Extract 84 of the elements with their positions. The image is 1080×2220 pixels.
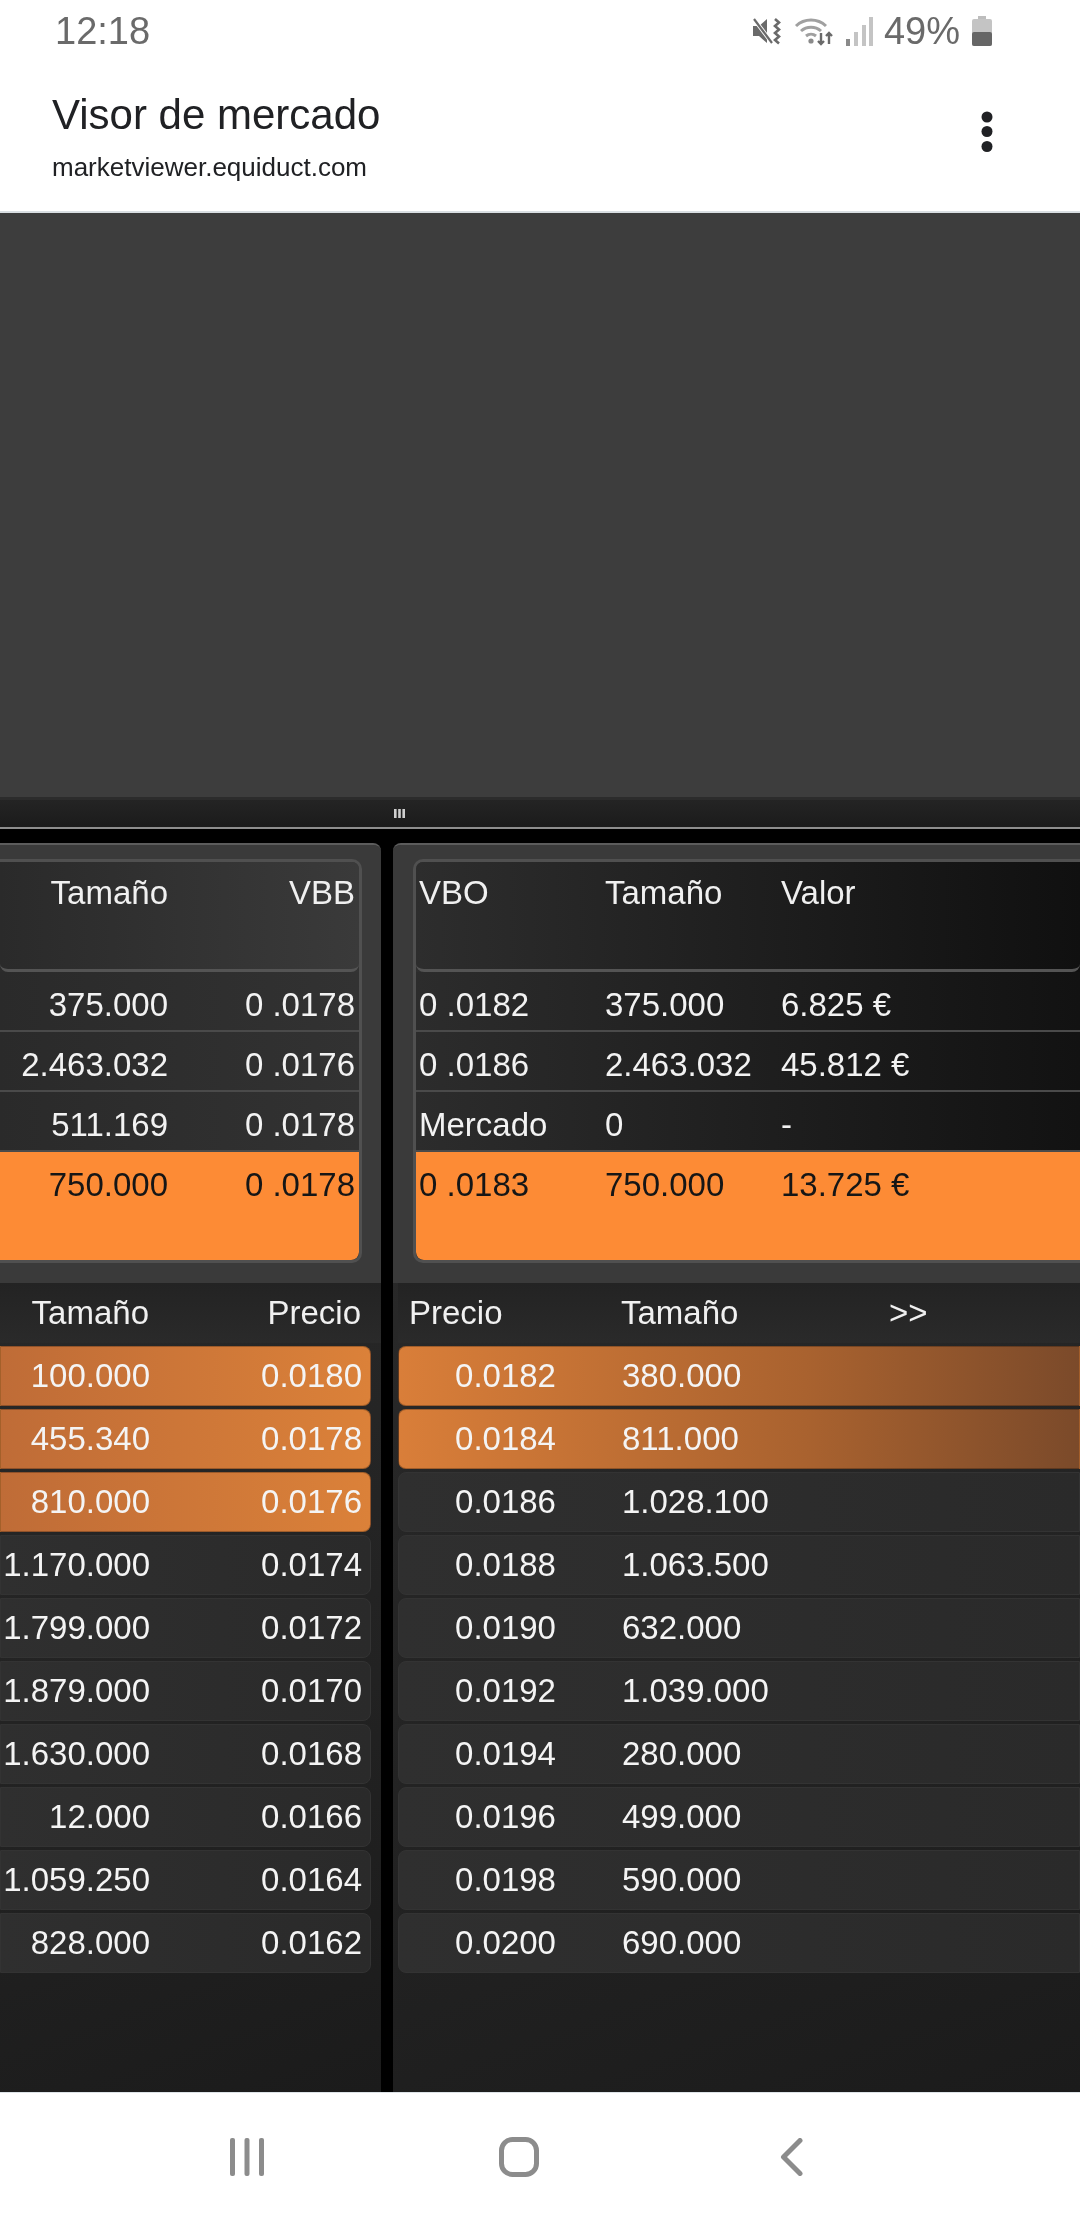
- page-title: Visor de mercado: [52, 90, 381, 140]
- table-cell-text: 0 .0183: [418, 1165, 531, 1205]
- table-cell-text: 375.000: [604, 985, 726, 1025]
- table-cell-text: 0.0178: [260, 1419, 363, 1459]
- table-cell-text: 100.000: [29, 1356, 151, 1396]
- table-cell-text: 1.630.000: [2, 1734, 151, 1774]
- home-icon[interactable]: [499, 2136, 539, 2177]
- recent-apps-icon[interactable]: [229, 2137, 265, 2176]
- table-cell-text: 6.825 €: [780, 985, 893, 1025]
- clock-time: 12:18: [55, 9, 151, 53]
- table-cell-text: 0 .0178: [243, 985, 356, 1025]
- table-cell-text: 1.039.000: [621, 1671, 770, 1711]
- table-cell-text: 375.000: [47, 985, 169, 1025]
- battery-icon: [971, 16, 993, 46]
- table-cell-text: 0.0176: [260, 1482, 363, 1522]
- table-cell-text: 12.000: [48, 1797, 151, 1837]
- table-cell-text: 455.340: [29, 1419, 151, 1459]
- table-cell-text: 280.000: [621, 1734, 743, 1774]
- table-cell-text: 0 .0186: [418, 1045, 531, 1085]
- table-cell-text: 1.028.100: [621, 1482, 770, 1522]
- table-cell-text: -: [780, 1105, 793, 1145]
- table-cell-text: 0 .0176: [243, 1045, 356, 1085]
- table-cell-text: 0.0162: [260, 1923, 363, 1963]
- table-cell-text: 750.000: [47, 1165, 169, 1205]
- table-cell-text: 1.170.000: [2, 1545, 151, 1585]
- table-cell-text: Mercado: [418, 1105, 549, 1145]
- table-cell-text: 0.0164: [260, 1860, 363, 1900]
- table-cell-text: 0.0194: [454, 1734, 557, 1774]
- table-cell-text: 511.169: [50, 1105, 169, 1145]
- splitter-bar[interactable]: [0, 797, 1080, 829]
- expand-columns-button[interactable]: >>: [889, 1293, 928, 1333]
- table-cell-text: 0.0196: [454, 1797, 557, 1837]
- table-cell-text: 0.0168: [260, 1734, 363, 1774]
- table-cell-text: 811.000: [621, 1419, 740, 1459]
- column-header: Tamaño: [49, 873, 169, 913]
- table-cell-text: 0.0172: [260, 1608, 363, 1648]
- table-cell-text: 0.0182: [454, 1356, 557, 1396]
- table-cell-text: 1.799.000: [2, 1608, 151, 1648]
- table-cell-text: 0.0198: [454, 1860, 557, 1900]
- column-header: Precio: [266, 1293, 362, 1333]
- column-header: VBO: [418, 873, 490, 913]
- table-cell-text: 750.000: [604, 1165, 726, 1205]
- table-cell-text: 828.000: [29, 1923, 151, 1963]
- table-cell-text: 0.0170: [260, 1671, 363, 1711]
- table-cell-text: 0 .0182: [418, 985, 531, 1025]
- table-cell-text: 810.000: [29, 1482, 151, 1522]
- table-cell-text: 0.0200: [454, 1923, 557, 1963]
- table-cell-text: 499.000: [621, 1797, 743, 1837]
- back-icon[interactable]: [779, 2137, 803, 2176]
- column-header: Tamaño: [30, 1293, 150, 1333]
- column-header: VBB: [287, 873, 356, 913]
- table-cell-text: 0.0188: [454, 1545, 557, 1585]
- table-cell-text: 0.0190: [454, 1608, 557, 1648]
- page-url: marketviewer.equiduct.com: [52, 151, 369, 183]
- column-header: Tamaño: [620, 1293, 740, 1333]
- table-cell-text: 1.059.250: [2, 1860, 151, 1900]
- more-options-icon[interactable]: [981, 111, 993, 153]
- table-cell-text: 690.000: [621, 1923, 743, 1963]
- table-cell-text: 1.879.000: [2, 1671, 151, 1711]
- table-cell-text: 0 .0178: [243, 1105, 356, 1145]
- column-header: Precio: [408, 1293, 504, 1333]
- table-cell-text: 2.463.032: [604, 1045, 753, 1085]
- table-cell-text: 632.000: [621, 1608, 743, 1648]
- column-header: Tamaño: [604, 873, 724, 913]
- table-cell-text: 13.725 €: [780, 1165, 911, 1205]
- table-cell-text: 0.0192: [454, 1671, 557, 1711]
- table-cell-text: 0 .0178: [243, 1165, 356, 1205]
- mute-icon: [750, 15, 783, 47]
- table-cell-text: 45.812 €: [780, 1045, 911, 1085]
- table-cell-text: 380.000: [621, 1356, 743, 1396]
- table-cell-text: 2.463.032: [20, 1045, 169, 1085]
- table-cell-text: 0.0166: [260, 1797, 363, 1837]
- column-header: Valor: [780, 873, 857, 913]
- table-cell-text: 0.0174: [260, 1545, 363, 1585]
- table-cell-text: 590.000: [621, 1860, 743, 1900]
- table-cell-text: 0.0184: [454, 1419, 557, 1459]
- table-cell-text: 1.063.500: [621, 1545, 770, 1585]
- signal-icon: [844, 16, 873, 46]
- wifi-icon: [793, 16, 834, 46]
- grip-icon[interactable]: [394, 809, 405, 818]
- battery-percentage: 49%: [883, 9, 960, 53]
- table-cell-text: 0.0180: [260, 1356, 363, 1396]
- table-cell-text: 0.0186: [454, 1482, 557, 1522]
- table-cell-text: 0: [604, 1105, 625, 1145]
